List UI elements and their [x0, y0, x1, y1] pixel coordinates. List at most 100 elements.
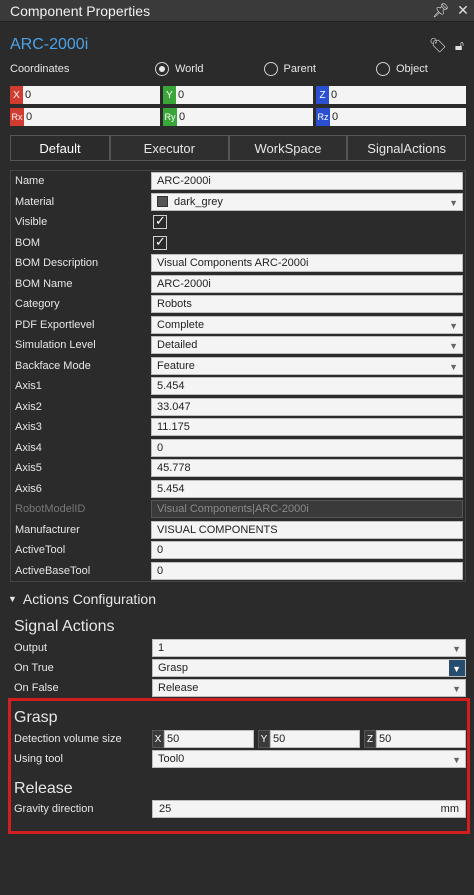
radio-circle[interactable]: [263, 62, 278, 76]
chevron-down-icon: ▼: [449, 361, 458, 372]
y-tag: Y: [258, 730, 270, 748]
x-tag: X: [152, 730, 164, 748]
output-row: Output 1 ▼: [14, 639, 466, 657]
tab-default[interactable]: Default: [10, 135, 110, 160]
gravity-direction-value: 25: [159, 803, 172, 815]
x-input[interactable]: 0: [23, 86, 160, 104]
property-dropdown[interactable]: Complete ▼: [151, 315, 463, 334]
property-row: Axis1 5.454: [11, 376, 465, 397]
chevron-down-icon: ▼: [452, 644, 461, 654]
detection-y-input[interactable]: 50: [270, 730, 360, 748]
actions-configuration-header[interactable]: ▼ Actions Configuration: [8, 590, 156, 608]
property-value: ARC-2000i: [157, 277, 211, 290]
property-row: BOM: [11, 233, 465, 254]
output-value: 1: [158, 642, 165, 654]
property-label: RobotModelID: [15, 503, 86, 516]
property-row: BOM Description Visual Components ARC-200…: [11, 253, 465, 274]
chevron-down-icon: ▼: [449, 197, 458, 208]
property-input[interactable]: ARC-2000i: [151, 172, 463, 191]
property-input[interactable]: 45.778: [151, 459, 463, 478]
property-input[interactable]: Robots: [151, 295, 463, 314]
property-label: Axis2: [15, 400, 42, 413]
property-dropdown[interactable]: Detailed ▼: [151, 336, 463, 355]
unlock-icon[interactable]: 🔓︎: [455, 37, 464, 54]
property-value: 5.454: [157, 380, 185, 393]
radio-object[interactable]: Object: [375, 62, 428, 76]
property-dropdown[interactable]: Feature ▼: [151, 356, 463, 375]
property-value: 0: [157, 544, 164, 557]
component-name: ARC-2000i: [10, 36, 89, 53]
tab-signalactions[interactable]: SignalActions: [347, 135, 467, 160]
using-tool-value: Tool0: [158, 753, 185, 765]
property-input[interactable]: 0: [151, 541, 463, 560]
tab-executor[interactable]: Executor: [110, 135, 229, 160]
scrollbar[interactable]: [466, 170, 474, 590]
property-input[interactable]: 5.454: [151, 479, 463, 498]
ry-input[interactable]: 0: [177, 108, 313, 126]
property-input[interactable]: VISUAL COMPONENTS: [151, 520, 463, 539]
ry-tag: Ry: [163, 108, 177, 126]
position-row: X 0 Y 0 Z 0: [10, 86, 466, 104]
property-row: Name ARC-2000i: [11, 171, 465, 192]
property-label: Axis4: [15, 441, 42, 454]
tab-workspace[interactable]: WorkSpace: [228, 135, 348, 160]
position-y: Y 0: [163, 86, 313, 104]
property-input[interactable]: 0: [151, 561, 463, 580]
property-label: Visible: [15, 216, 48, 229]
on-true-label: On True: [14, 662, 54, 674]
rx-input[interactable]: 0: [24, 108, 160, 126]
using-tool-dropdown[interactable]: Tool0 ▼: [152, 750, 466, 768]
signal-actions-title: Signal Actions: [14, 618, 115, 635]
property-label: ActiveTool: [15, 544, 66, 557]
property-dropdown[interactable]: dark_grey ▼: [151, 192, 463, 211]
property-input[interactable]: 0: [151, 438, 463, 457]
checkbox[interactable]: [153, 213, 167, 230]
actions-configuration-title: Actions Configuration: [22, 591, 156, 607]
property-label: Category: [15, 298, 60, 311]
property-label: Axis6: [15, 482, 42, 495]
property-value: 0: [157, 441, 164, 454]
property-value: [151, 213, 463, 231]
property-value: Visual Components|ARC-2000i: [157, 503, 309, 516]
radio-world[interactable]: World: [155, 62, 204, 76]
detection-z: Z 50: [364, 730, 466, 748]
property-label: Material: [15, 195, 55, 208]
property-label: Axis3: [15, 421, 42, 434]
radio-label: Object: [395, 63, 428, 75]
radio-circle[interactable]: [375, 62, 390, 76]
on-true-dropdown[interactable]: Grasp ▼: [152, 659, 466, 677]
on-false-row: On False Release ▼: [14, 679, 466, 697]
property-value: Feature: [157, 359, 195, 372]
property-input[interactable]: 11.175: [151, 418, 463, 437]
property-label: ActiveBaseTool: [15, 564, 91, 577]
rz-input[interactable]: 0: [330, 108, 466, 126]
radio-circle[interactable]: [155, 62, 169, 76]
checkbox[interactable]: [153, 234, 167, 250]
close-icon[interactable]: ✕: [452, 2, 474, 19]
color-swatch: [157, 196, 168, 208]
pin-icon[interactable]: 📌︎: [430, 2, 452, 19]
property-input[interactable]: 5.454: [151, 377, 463, 396]
property-row: Visible: [11, 212, 465, 233]
property-input[interactable]: ARC-2000i: [151, 274, 463, 293]
z-input[interactable]: 0: [329, 86, 466, 104]
radio-parent[interactable]: Parent: [263, 62, 316, 76]
property-row: BOM Name ARC-2000i: [11, 274, 465, 295]
collapse-triangle-icon[interactable]: ▼: [8, 594, 17, 604]
window-title: Component Properties: [10, 2, 151, 19]
property-input[interactable]: 33.047: [151, 397, 463, 416]
property-input[interactable]: Visual Components ARC-2000i: [151, 254, 463, 273]
detection-z-input[interactable]: 50: [376, 730, 466, 748]
detection-x-input[interactable]: 50: [164, 730, 254, 748]
output-dropdown[interactable]: 1 ▼: [152, 639, 466, 657]
y-input[interactable]: 0: [176, 86, 313, 104]
y-tag: Y: [163, 86, 176, 104]
tag-icon[interactable]: 🏷︎: [429, 37, 447, 54]
gravity-direction-input[interactable]: 25 mm: [152, 800, 466, 818]
property-row: ActiveBaseTool 0: [11, 561, 465, 582]
on-false-dropdown[interactable]: Release ▼: [152, 679, 466, 697]
property-input: Visual Components|ARC-2000i: [151, 500, 463, 519]
property-label: Simulation Level: [15, 339, 96, 352]
coordinates-row: Coordinates World Parent Object: [0, 58, 474, 80]
on-false-value: Release: [158, 682, 199, 694]
